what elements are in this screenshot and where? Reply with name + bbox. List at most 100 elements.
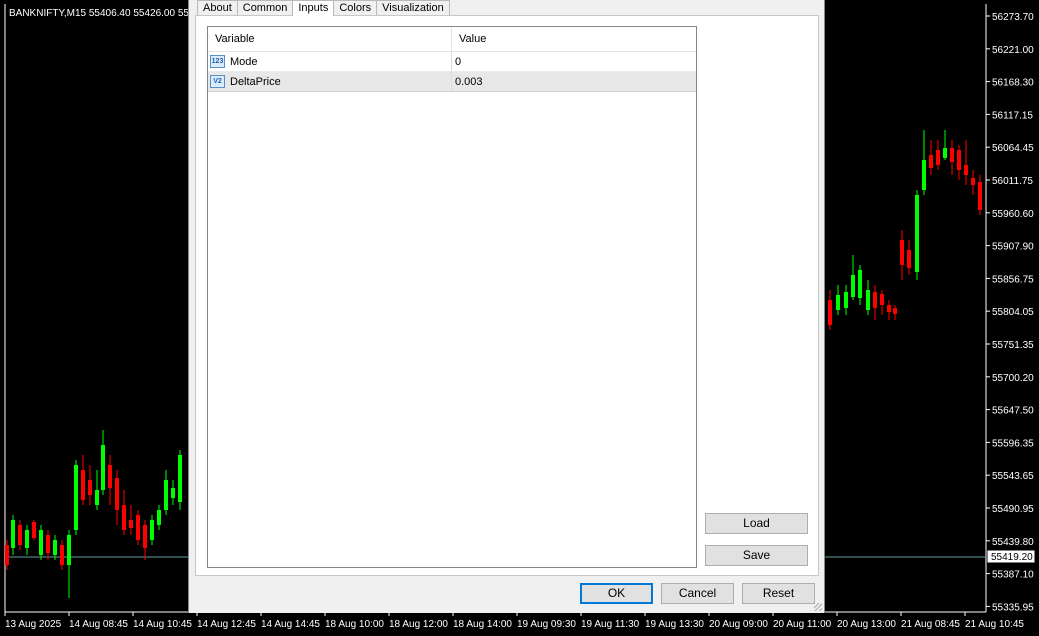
candle-body: [936, 150, 940, 165]
column-header-variable[interactable]: Variable: [208, 27, 452, 51]
load-button[interactable]: Load: [705, 513, 808, 534]
indicator-properties-dialog: About Common Inputs Colors Visualization…: [188, 0, 825, 613]
value-cell[interactable]: 0: [452, 52, 461, 71]
price-tick-label: 56064.45: [992, 143, 1034, 154]
double-icon: V2: [210, 75, 225, 88]
candle-body: [122, 505, 126, 530]
candle-body: [46, 535, 50, 553]
candle-body: [828, 300, 832, 325]
inputs-table: Variable Value 123 Mode 0 V2 DeltaPrice …: [207, 26, 697, 568]
candle-body: [164, 480, 168, 510]
chart-title: BANKNIFTY,M15 55406.40 55426.00 55: [9, 8, 189, 19]
ok-button[interactable]: OK: [580, 583, 653, 604]
time-tick-label: 14 Aug 14:45: [261, 619, 320, 630]
price-tick-label: 56168.30: [992, 78, 1034, 89]
candle-body: [101, 445, 105, 490]
time-tick-label: 21 Aug 08:45: [901, 619, 960, 630]
candle-body: [880, 294, 884, 305]
candle-body: [81, 470, 85, 500]
candle-body: [836, 295, 840, 310]
price-tick-label: 55647.50: [992, 406, 1034, 417]
candle-body: [929, 155, 933, 168]
candle-body: [915, 195, 919, 272]
value-cell[interactable]: 0.003: [452, 72, 483, 91]
candle-body: [873, 292, 877, 308]
candle-body: [143, 525, 147, 548]
candle-body: [171, 488, 175, 498]
time-tick-label: 20 Aug 09:00: [709, 619, 768, 630]
save-button[interactable]: Save: [705, 545, 808, 566]
candle-body: [922, 160, 926, 190]
column-header-value[interactable]: Value: [452, 27, 486, 51]
price-tick-label: 56221.00: [992, 45, 1034, 56]
price-tick-label: 55751.35: [992, 340, 1034, 351]
candle-body: [943, 148, 947, 158]
variable-cell: 123 Mode: [208, 52, 452, 71]
price-tick-label: 55543.65: [992, 471, 1034, 482]
candle-body: [887, 305, 891, 312]
candle-body: [907, 250, 911, 268]
table-row[interactable]: 123 Mode 0: [208, 52, 696, 72]
candle-body: [157, 510, 161, 525]
candle-body: [11, 520, 15, 548]
candle-body: [971, 178, 975, 185]
candle-body: [115, 478, 119, 510]
candle-body: [178, 455, 182, 502]
time-tick-label: 19 Aug 09:30: [517, 619, 576, 630]
time-tick-label: 14 Aug 10:45: [133, 619, 192, 630]
variable-cell: V2 DeltaPrice: [208, 72, 452, 91]
candle-body: [25, 530, 29, 548]
candle-body: [866, 290, 870, 310]
reset-button[interactable]: Reset: [742, 583, 815, 604]
time-tick-label: 18 Aug 12:00: [389, 619, 448, 630]
time-tick-label: 18 Aug 10:00: [325, 619, 384, 630]
candle-body: [129, 520, 133, 528]
time-tick-label: 19 Aug 13:30: [645, 619, 704, 630]
time-tick-label: 14 Aug 08:45: [69, 619, 128, 630]
current-price-label: 55419.20: [991, 552, 1033, 563]
integer-icon: 123: [210, 55, 225, 68]
candle-body: [88, 480, 92, 495]
tab-inputs[interactable]: Inputs: [292, 0, 335, 16]
inputs-panel: Variable Value 123 Mode 0 V2 DeltaPrice …: [195, 15, 819, 576]
candle-body: [18, 525, 22, 545]
table-header: Variable Value: [208, 27, 696, 52]
candle-body: [136, 515, 140, 540]
table-row[interactable]: V2 DeltaPrice 0.003: [208, 72, 696, 92]
candle-body: [95, 490, 99, 505]
price-tick-label: 55700.20: [992, 373, 1034, 384]
candle-body: [964, 165, 968, 175]
cancel-button[interactable]: Cancel: [661, 583, 734, 604]
candle-body: [978, 182, 982, 210]
time-tick-label: 20 Aug 11:00: [773, 619, 832, 630]
price-tick-label: 55856.75: [992, 274, 1034, 285]
candle-body: [5, 545, 9, 565]
time-tick-label: 19 Aug 11:30: [581, 619, 640, 630]
price-tick-label: 56011.75: [992, 176, 1033, 187]
candle-body: [957, 150, 961, 170]
candle-body: [858, 270, 862, 298]
price-tick-label: 55335.95: [992, 602, 1034, 613]
resize-grip-icon[interactable]: [814, 603, 822, 611]
candle-body: [150, 520, 154, 540]
time-tick-label: 18 Aug 14:00: [453, 619, 512, 630]
candle-body: [851, 275, 855, 297]
candle-body: [67, 535, 71, 565]
price-tick-label: 55387.10: [992, 570, 1034, 581]
tab-colors[interactable]: Colors: [333, 0, 378, 15]
price-tick-label: 55490.95: [992, 504, 1034, 515]
candle-body: [74, 465, 78, 530]
price-tick-label: 55907.90: [992, 242, 1034, 253]
tab-common[interactable]: Common: [236, 0, 294, 15]
price-tick-label: 56117.15: [992, 110, 1033, 121]
price-tick-label: 55439.80: [992, 537, 1034, 548]
tab-visualization[interactable]: Visualization: [376, 0, 450, 15]
price-tick-label: 55960.60: [992, 209, 1034, 220]
price-tick-label: 55596.35: [992, 438, 1034, 449]
time-tick-label: 14 Aug 12:45: [197, 619, 256, 630]
time-tick-label: 21 Aug 10:45: [965, 619, 1024, 630]
candle-body: [108, 465, 112, 488]
candle-body: [844, 292, 848, 308]
tab-about[interactable]: About: [197, 0, 238, 15]
variable-name: DeltaPrice: [230, 75, 281, 88]
